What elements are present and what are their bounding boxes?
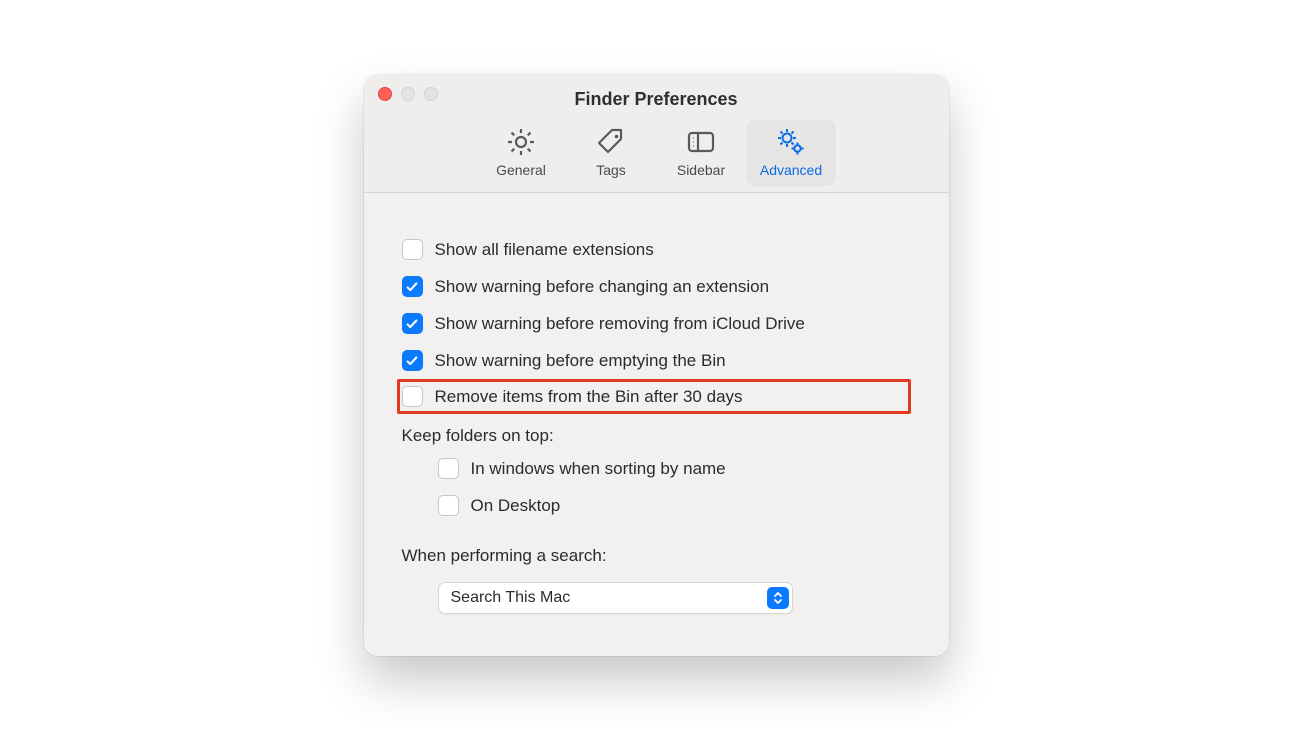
checkbox-label: On Desktop <box>471 496 561 516</box>
tag-icon <box>595 126 627 158</box>
checkbox-label: In windows when sorting by name <box>471 459 726 479</box>
tab-label: Tags <box>596 162 626 178</box>
checkbox-remove-after-30[interactable] <box>402 386 423 407</box>
tab-label: General <box>496 162 546 178</box>
sidebar-icon <box>685 126 717 158</box>
checkbox-warn-empty-bin[interactable] <box>402 350 423 371</box>
tab-label: Advanced <box>760 162 822 178</box>
option-keep-top-desktop: On Desktop <box>402 487 911 524</box>
checkbox-warn-change-ext[interactable] <box>402 276 423 297</box>
tab-advanced[interactable]: Advanced <box>746 120 836 186</box>
gears-icon <box>775 126 807 158</box>
preferences-window: Finder Preferences General <box>364 75 949 656</box>
content-area: Show all filename extensions Show warnin… <box>364 193 949 656</box>
checkbox-show-extensions[interactable] <box>402 239 423 260</box>
tab-sidebar[interactable]: Sidebar <box>656 120 746 186</box>
option-show-extensions: Show all filename extensions <box>402 231 911 268</box>
window-controls <box>378 87 438 101</box>
toolbar-tabs: General Tags <box>378 120 935 186</box>
option-remove-after-30: Remove items from the Bin after 30 days <box>397 379 911 414</box>
zoom-button[interactable] <box>424 87 438 101</box>
tab-label: Sidebar <box>677 162 725 178</box>
minimize-button[interactable] <box>401 87 415 101</box>
search-scope-select[interactable]: Search This Mac <box>438 582 793 614</box>
checkbox-label: Show all filename extensions <box>435 240 654 260</box>
checkbox-label: Show warning before removing from iCloud… <box>435 314 805 334</box>
option-warn-change-ext: Show warning before changing an extensio… <box>402 268 911 305</box>
tab-tags[interactable]: Tags <box>566 120 656 186</box>
gear-icon <box>505 126 537 158</box>
checkbox-label: Remove items from the Bin after 30 days <box>435 387 743 407</box>
checkbox-keep-top-desktop[interactable] <box>438 495 459 516</box>
close-button[interactable] <box>378 87 392 101</box>
up-down-chevron-icon <box>767 587 789 609</box>
option-warn-empty-bin: Show warning before emptying the Bin <box>402 342 911 379</box>
titlebar: Finder Preferences General <box>364 75 949 193</box>
option-warn-remove-icloud: Show warning before removing from iCloud… <box>402 305 911 342</box>
checkbox-warn-remove-icloud[interactable] <box>402 313 423 334</box>
checkbox-keep-top-windows[interactable] <box>438 458 459 479</box>
keep-on-top-title: Keep folders on top: <box>402 414 911 450</box>
checkbox-label: Show warning before emptying the Bin <box>435 351 726 371</box>
select-value: Search This Mac <box>451 589 571 607</box>
window-title: Finder Preferences <box>378 87 935 110</box>
tab-general[interactable]: General <box>476 120 566 186</box>
checkbox-label: Show warning before changing an extensio… <box>435 277 770 297</box>
search-title: When performing a search: <box>402 524 911 570</box>
option-keep-top-windows: In windows when sorting by name <box>402 450 911 487</box>
